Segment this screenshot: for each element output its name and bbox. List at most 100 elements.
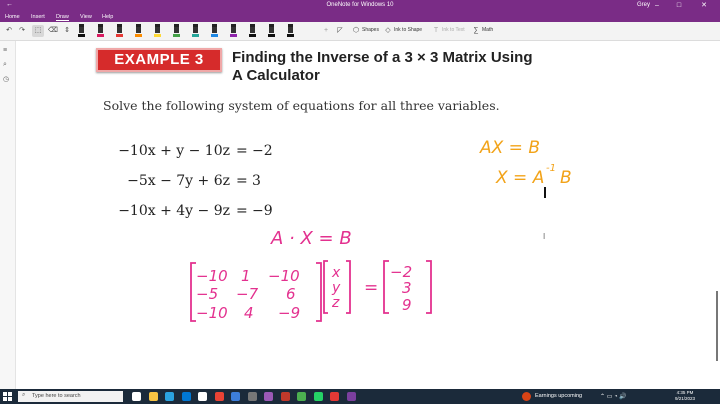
pen-tool[interactable] [268,24,275,37]
math-icon[interactable]: ∑ [472,25,480,37]
windows-start-icon[interactable] [3,392,12,401]
matrix-a-cell: −7 [236,285,259,303]
pen-tool[interactable] [116,24,123,37]
vector-x-cell: x [331,265,341,281]
pink-ink: A · X = B −10 1 −10 −5 −7 6 −10 4 −9 x y… [190,228,432,322]
matrix-a-cell: −10 [196,267,228,285]
minimize-button[interactable]: – [650,0,664,12]
taskbar-app-icon[interactable] [297,392,306,401]
vector-b-right-bracket [426,260,432,314]
redo-icon[interactable]: ↷ [17,25,27,37]
menu-home[interactable]: Home [5,14,20,20]
search-icon: ⌕ [22,392,26,398]
pen-tool[interactable] [135,24,142,37]
scrollbar-thumb[interactable] [716,291,718,361]
mouse-cursor-icon: I [543,232,546,241]
pen-tool[interactable] [192,24,199,37]
taskbar-app-icon[interactable] [132,392,141,401]
pen-tool[interactable] [249,24,256,37]
ink-equals: = [364,278,378,298]
taskbar-app-icon[interactable] [280,392,290,401]
ruler-icon[interactable]: ◸ [336,25,344,37]
ink-a-dot-x-eq-b: A · X = B [270,228,352,249]
menu-view[interactable]: View [80,14,92,20]
system-tray-icons[interactable]: ⌃ ▭ ◔ 🔊 [600,393,627,400]
ink-b: B [560,168,572,188]
title-bar: ← OneNote for Windows 10 Grey – □ ✕ [0,0,720,12]
vector-x-cell: z [331,295,340,311]
lasso-select-icon[interactable]: ⬚ [32,25,44,37]
taskbar-app-icon[interactable] [148,392,158,401]
vector-b-cell: 3 [402,279,412,297]
pen-tool[interactable] [97,24,104,37]
ink-annotations: AX = B X = A -1 B A · X = B −10 1 −10 −5… [190,138,572,322]
taskbar-app-icon[interactable] [330,392,339,401]
taskbar-app-icon[interactable] [346,392,356,401]
taskbar-app-icon[interactable] [214,392,224,401]
matrix-a-cell: −10 [196,304,228,322]
shapes-button[interactable]: Shapes [362,27,379,33]
taskbar-app-icon[interactable] [181,392,191,401]
vector-b-left-bracket [383,260,389,314]
taskbar-app-icon[interactable] [247,392,257,401]
menu-draw[interactable]: Draw [56,14,69,21]
vector-x-right-bracket [346,260,351,314]
taskbar-search-input[interactable]: Type here to search [18,391,123,402]
taskbar: Type here to search ⌕ Earnings upcoming … [0,389,720,404]
pen-tool[interactable] [230,24,237,37]
matrix-a-cell: 4 [244,304,254,322]
orange-ink: AX = B X = A -1 B [479,138,572,188]
add-space-icon[interactable]: ⇕ [62,25,72,37]
matrix-a-cell: −9 [278,304,300,322]
taskbar-news[interactable]: Earnings upcoming [535,393,582,399]
undo-icon[interactable]: ↶ [4,25,14,37]
hamburger-icon[interactable]: ≡ [3,47,7,54]
navigation-rail: ≡ ⌕ ◷ [0,41,16,389]
pen-tool[interactable] [154,24,161,37]
close-button[interactable]: ✕ [697,0,711,12]
taskbar-app-icon[interactable] [165,392,174,401]
vertical-scrollbar[interactable] [712,41,720,389]
ink-x-eq-a: X = A [495,168,544,188]
menu-insert[interactable]: Insert [31,14,45,20]
math-button[interactable]: Math [482,27,493,33]
vector-x-cell: y [331,280,341,296]
taskbar-clock[interactable]: 4:35 PM 9/21/2023 [675,390,695,402]
shapes-icon[interactable]: ⬡ [352,25,360,37]
pen-tool[interactable] [78,24,85,37]
matrix-a-cell: −5 [196,285,218,303]
news-icon[interactable] [522,392,531,401]
ink-to-text-button[interactable]: Ink to Text [442,27,465,33]
text-cursor [544,187,546,198]
taskbar-app-icon[interactable] [264,392,273,401]
ink-to-shape-icon[interactable]: ◇ [384,25,392,37]
taskbar-app-icon[interactable] [198,392,207,401]
vector-b-cell: 9 [402,296,412,314]
taskbar-app-icon[interactable] [231,392,240,401]
matrix-a-cell: 1 [241,267,251,285]
ink-to-shape-button[interactable]: Ink to Shape [394,27,422,33]
matrix-a-right-bracket [316,262,322,322]
matrix-a-cell: 6 [286,285,296,303]
recent-icon[interactable]: ◷ [3,75,9,83]
draw-ribbon: ↶ ↷ ⬚ ⌫ ⇕ + ◸ ⬡ Shapes ◇ Ink to Shape T … [0,22,720,41]
eraser-icon[interactable]: ⌫ [48,25,58,37]
ink-ax-eq-b: AX = B [479,138,540,158]
window-title: OneNote for Windows 10 [326,2,394,8]
menu-bar: Home Insert Draw View Help [0,12,720,22]
ink-to-text-icon[interactable]: T [432,25,440,37]
pen-tool[interactable] [211,24,218,37]
vector-x-left-bracket [323,260,328,314]
pen-tool[interactable] [287,24,294,37]
menu-help[interactable]: Help [102,14,113,20]
add-pen-icon[interactable]: + [322,25,330,37]
clock-date: 9/21/2023 [675,396,696,401]
taskbar-app-icon[interactable] [313,392,323,401]
search-icon[interactable]: ⌕ [3,61,7,69]
pen-tool[interactable] [173,24,180,37]
maximize-button[interactable]: □ [672,0,686,12]
ink-inverse-superscript: -1 [546,163,556,174]
user-name[interactable]: Grey [637,2,650,8]
matrix-a-cell: −10 [268,267,300,285]
page-canvas[interactable]: EXAMPLE 3 Finding the Inverse of a 3 × 3… [16,41,720,389]
